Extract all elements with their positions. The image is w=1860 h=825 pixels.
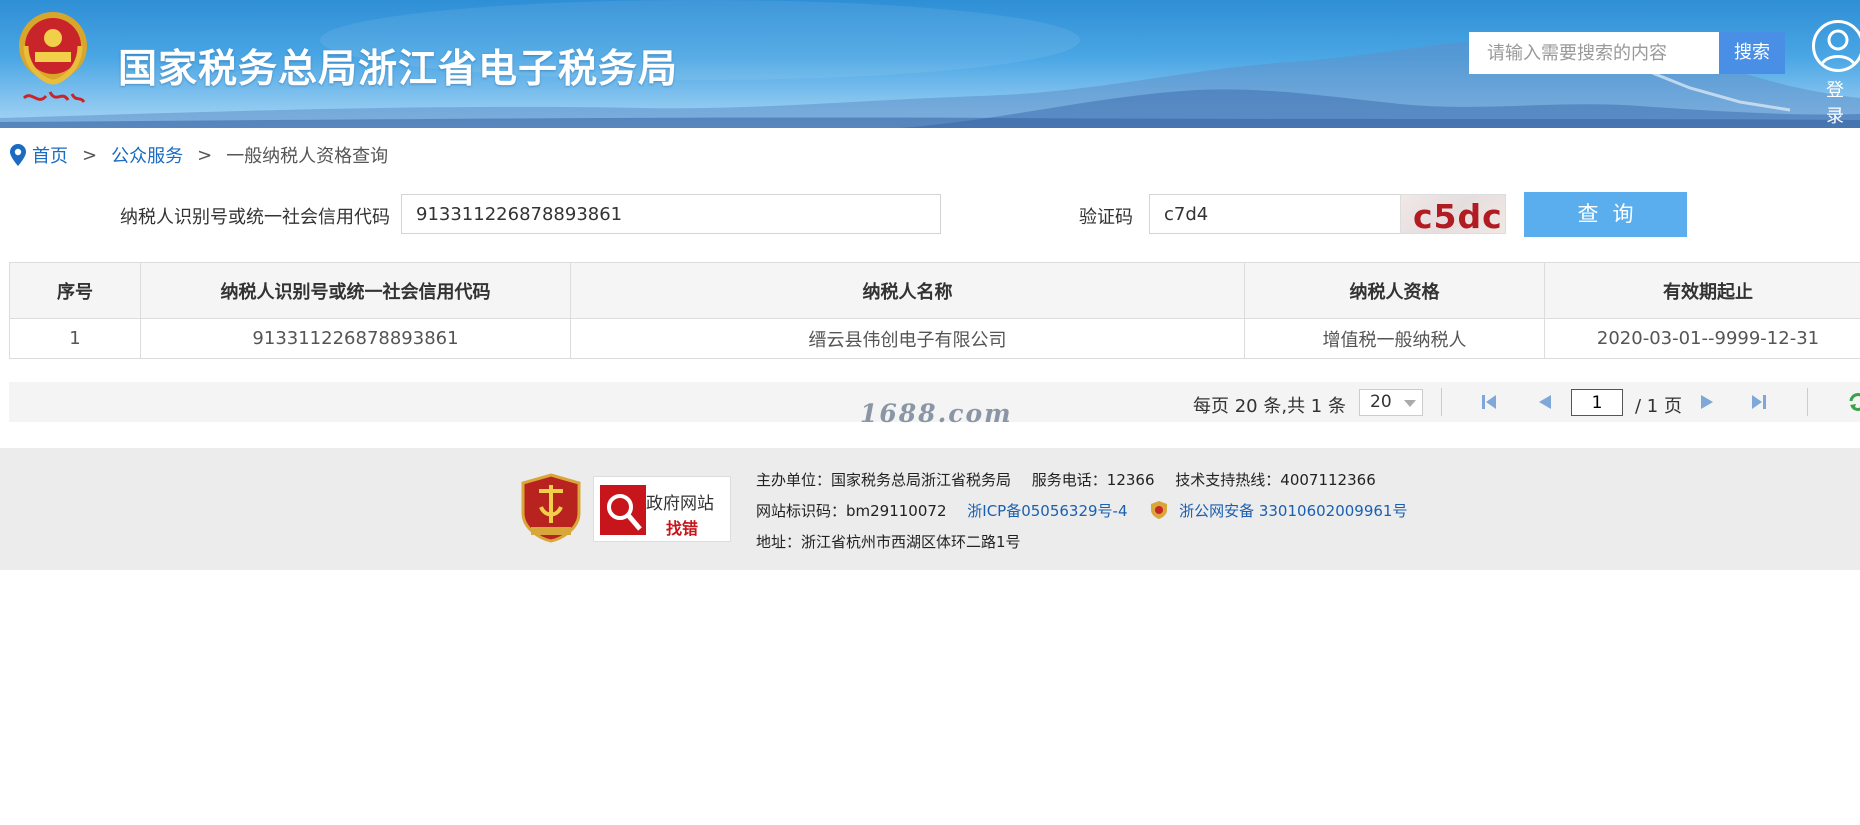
next-page-icon[interactable] bbox=[1697, 392, 1717, 412]
column-header-index: 序号 bbox=[9, 262, 141, 319]
captcha-input[interactable] bbox=[1149, 194, 1401, 234]
cell-index: 1 bbox=[9, 318, 141, 359]
table-row: 1 913311226878893861 缙云县伟创电子有限公司 增值税一般纳税… bbox=[9, 318, 1860, 359]
table-header-row: 序号 纳税人识别号或统一社会信用代码 纳税人名称 纳税人资格 有效期起止 bbox=[9, 262, 1860, 319]
prev-page-icon[interactable] bbox=[1535, 392, 1555, 412]
footer-address: 地址：浙江省杭州市西湖区体环二路1号 bbox=[756, 533, 1021, 551]
column-header-validity: 有效期起止 bbox=[1544, 262, 1860, 319]
breadcrumb-separator: > bbox=[197, 144, 213, 166]
footer-phone: 服务电话：12366 bbox=[1031, 471, 1155, 489]
refresh-icon[interactable] bbox=[1847, 391, 1860, 413]
pagination-info: 每页 20 条,共 1 条 bbox=[1193, 396, 1346, 417]
footer-police-link[interactable]: 浙公网安备 33010602009961号 bbox=[1179, 502, 1407, 520]
cell-validity: 2020-03-01--9999-12-31 bbox=[1544, 318, 1860, 359]
column-header-taxpayer-id: 纳税人识别号或统一社会信用代码 bbox=[140, 262, 571, 319]
breadcrumb-home-link[interactable]: 首页 bbox=[32, 142, 68, 168]
current-page-input[interactable] bbox=[1571, 389, 1623, 416]
user-avatar-icon[interactable] bbox=[1812, 20, 1860, 72]
query-button[interactable]: 查询 bbox=[1524, 192, 1687, 237]
taxpayer-id-label: 纳税人识别号或统一社会信用代码 bbox=[120, 207, 390, 228]
last-page-icon[interactable] bbox=[1749, 392, 1769, 412]
column-header-qualification: 纳税人资格 bbox=[1244, 262, 1545, 319]
total-pages: / 1 页 bbox=[1635, 396, 1682, 417]
footer-support: 技术支持热线：4007112366 bbox=[1175, 471, 1376, 489]
footer-line-host: 主办单位：国家税务总局浙江省税务局 服务电话：12366 技术支持热线：4007… bbox=[756, 469, 1376, 490]
cell-qualification: 增值税一般纳税人 bbox=[1244, 318, 1545, 359]
result-table: 序号 纳税人识别号或统一社会信用代码 纳税人名称 纳税人资格 有效期起止 1 9… bbox=[9, 262, 1860, 359]
cell-taxpayer-id: 913311226878893861 bbox=[140, 318, 571, 359]
login-link[interactable]: 登录 bbox=[1826, 76, 1860, 128]
footer-icp-link[interactable]: 浙ICP备05056329号-4 bbox=[967, 502, 1127, 520]
search-button[interactable]: 搜索 bbox=[1719, 32, 1785, 74]
page-size-select[interactable]: 20 bbox=[1359, 389, 1423, 416]
footer-host: 主办单位：国家税务总局浙江省税务局 bbox=[756, 471, 1012, 489]
pager-divider bbox=[1441, 388, 1442, 416]
site-title: 国家税务总局浙江省电子税务局 bbox=[118, 47, 679, 92]
location-pin-icon bbox=[10, 144, 26, 166]
captcha-label: 验证码 bbox=[1079, 207, 1133, 228]
column-header-taxpayer-name: 纳税人名称 bbox=[570, 262, 1245, 319]
captcha-image-text: c5dc bbox=[1413, 197, 1503, 234]
magnifier-icon bbox=[600, 485, 646, 535]
footer-site-code: 网站标识码：bm29110072 bbox=[756, 502, 947, 520]
page-size-value: 20 bbox=[1370, 392, 1392, 412]
search-input[interactable] bbox=[1469, 32, 1719, 74]
taxpayer-id-input[interactable] bbox=[401, 194, 941, 234]
gov-badge-subtitle: 找错 bbox=[666, 519, 699, 538]
footer-line-registration: 网站标识码：bm29110072 浙ICP备05056329号-4 浙公网安备 … bbox=[756, 500, 1407, 521]
party-organ-badge-icon[interactable] bbox=[521, 473, 581, 543]
breadcrumb-section-link[interactable]: 公众服务 bbox=[111, 142, 183, 168]
police-badge-icon bbox=[1151, 501, 1168, 519]
site-header: 国家税务总局浙江省电子税务局 搜索 登录 bbox=[0, 0, 1860, 128]
watermark-text: 1688.com bbox=[860, 399, 1013, 428]
captcha-image[interactable]: c5dc bbox=[1400, 194, 1506, 234]
first-page-icon[interactable] bbox=[1479, 392, 1499, 412]
tax-emblem-logo bbox=[19, 12, 87, 103]
cell-taxpayer-name: 缙云县伟创电子有限公司 bbox=[570, 318, 1245, 359]
chevron-down-icon bbox=[1404, 400, 1416, 407]
gov-website-error-badge[interactable]: 政府网站 找错 bbox=[593, 476, 731, 542]
breadcrumb-separator: > bbox=[82, 144, 98, 166]
pager-divider bbox=[1807, 388, 1808, 416]
gov-badge-title: 政府网站 bbox=[646, 494, 714, 514]
breadcrumb-current: 一般纳税人资格查询 bbox=[226, 146, 389, 167]
breadcrumb: 首页 > 公众服务 > 一般纳税人资格查询 bbox=[10, 142, 388, 168]
